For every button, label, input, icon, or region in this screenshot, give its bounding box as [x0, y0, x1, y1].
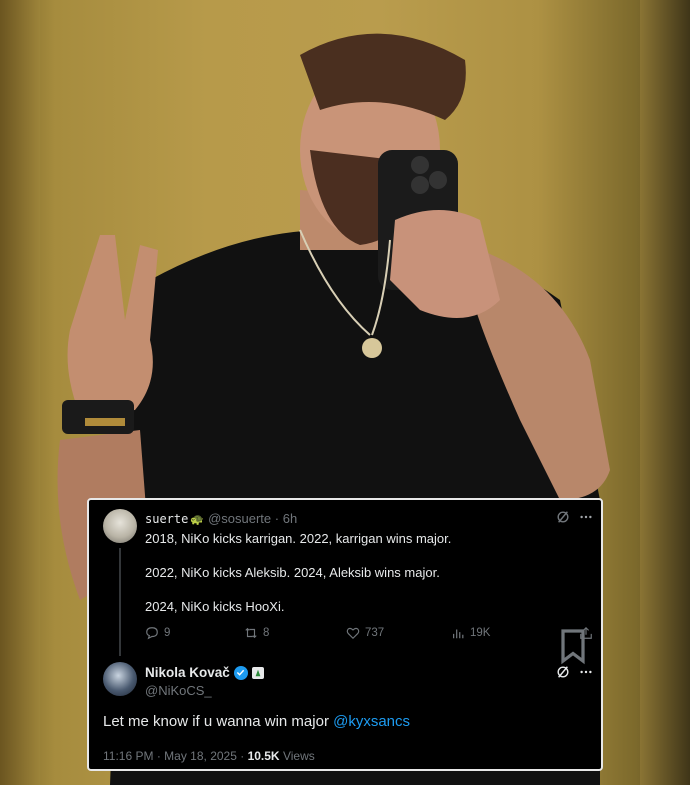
reply-display-name[interactable]: suerte [145, 512, 188, 526]
reply-button[interactable]: 9 [145, 626, 170, 640]
like-icon [346, 627, 360, 640]
tweet-views-label: Views [282, 749, 315, 763]
tweet-date[interactable]: May 18, 2025 [164, 749, 237, 763]
turtle-emoji: 🐢 [190, 514, 205, 526]
main-tweet-text: Let me know if u wanna win major @kyxsan… [103, 713, 410, 730]
reply-icon [146, 627, 158, 640]
reply-dot-separator: · [274, 511, 280, 526]
main-handle[interactable]: @NiKoCS_ [145, 683, 212, 698]
like-button[interactable]: 737 [346, 626, 384, 640]
main-author-name-row: Nikola Kovač [145, 665, 264, 680]
reply-body: 2018, NiKo kicks karrigan. 2022, karriga… [145, 530, 585, 632]
more-icon[interactable] [579, 510, 593, 524]
verified-icon [233, 665, 248, 680]
affiliation-badge-icon[interactable] [251, 666, 264, 679]
tweet-screenshot-card: suerte 🐢 @sosuerte · 6h 2018, NiKo kicks k… [87, 498, 603, 771]
meta-separator-1: · [156, 749, 161, 763]
view-count: 19K [470, 627, 491, 639]
share-icon[interactable] [579, 626, 593, 640]
mention-link[interactable]: @kyxsancs [333, 713, 410, 730]
tweet-meta: 11:16 PM · May 18, 2025 · 10.5K Views [103, 749, 315, 763]
repost-icon [245, 627, 257, 639]
repost-button[interactable]: 8 [244, 626, 269, 640]
main-tweet-body: Let me know if u wanna win major [103, 713, 334, 730]
reply-author-avatar[interactable] [103, 509, 137, 543]
reply-timestamp[interactable]: 6h [283, 511, 297, 526]
reply-line-3: 2024, NiKo kicks HooXi. [145, 599, 285, 614]
more-icon[interactable] [579, 665, 593, 679]
main-author-avatar[interactable] [103, 662, 137, 696]
grok-icon[interactable] [556, 665, 570, 679]
like-count: 737 [365, 627, 385, 639]
tweet-time[interactable]: 11:16 PM [103, 749, 153, 763]
tweet-views-count: 10.5K [247, 749, 280, 763]
reply-action-bar: 9 8 737 19K [145, 626, 593, 665]
views-icon [453, 629, 464, 639]
thread-connector-line [119, 548, 121, 656]
meta-separator-2: · [240, 749, 245, 763]
reply-count: 9 [164, 627, 171, 639]
main-display-name[interactable]: Nikola Kovač [145, 665, 230, 680]
reply-handle[interactable]: @sosuerte [208, 511, 271, 526]
repost-count: 8 [263, 627, 270, 639]
reply-line-2: 2022, NiKo kicks Aleksib. 2024, Aleksib … [145, 565, 440, 580]
views-button[interactable]: 19K [451, 626, 490, 640]
reply-line-1: 2018, NiKo kicks karrigan. 2022, karriga… [145, 531, 452, 546]
grok-icon[interactable] [556, 510, 570, 524]
reply-header: suerte 🐢 @sosuerte · 6h [145, 511, 297, 526]
